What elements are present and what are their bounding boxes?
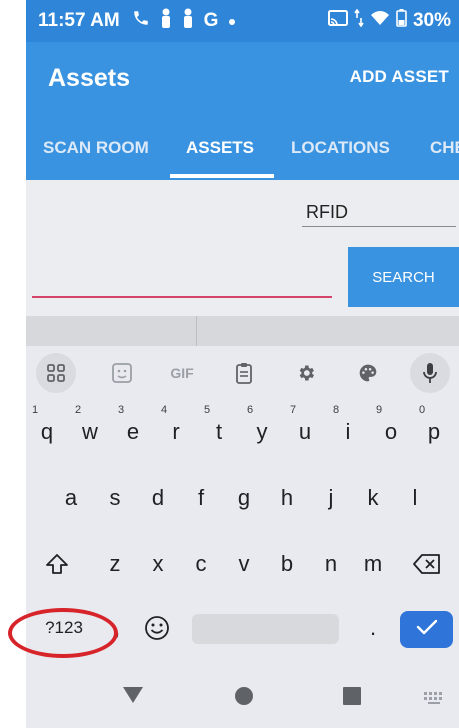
key-f[interactable]: f — [182, 472, 220, 524]
page-title: Assets — [48, 64, 130, 92]
key-h[interactable]: h — [268, 472, 306, 524]
keyboard-switch-icon[interactable] — [424, 692, 446, 704]
key-hint: 1 — [32, 404, 39, 416]
key-m[interactable]: m — [354, 538, 392, 590]
status-bar: 11:57 AM G 30% — [26, 0, 459, 42]
key-label: u — [298, 419, 312, 444]
data-arrows-icon — [354, 8, 364, 33]
key-hint: 9 — [376, 404, 383, 416]
person-icon — [182, 8, 194, 34]
key-n[interactable]: n — [312, 538, 350, 590]
clipboard-icon[interactable] — [224, 353, 264, 393]
key-g[interactable]: g — [225, 472, 263, 524]
key-b[interactable]: b — [268, 538, 306, 590]
gif-icon[interactable]: GIF — [162, 353, 202, 393]
key-hint: 6 — [247, 404, 254, 416]
key-label: q — [40, 419, 54, 444]
key-hint: 7 — [290, 404, 297, 416]
tab-bar: SCAN ROOM ASSETS LOCATIONS CHE — [26, 116, 459, 180]
backspace-icon[interactable] — [408, 538, 446, 590]
key-hint: 8 — [333, 404, 340, 416]
tab-assets[interactable]: ASSETS — [186, 138, 254, 158]
key-o[interactable]: 9o — [372, 404, 410, 458]
recents-icon[interactable] — [342, 686, 362, 706]
annotation-circle — [8, 608, 118, 658]
keyboard-toolbar: GIF — [26, 346, 459, 400]
phone-icon — [132, 9, 150, 33]
key-hint: 3 — [118, 404, 125, 416]
key-label: p — [427, 419, 441, 444]
tab-scan-room[interactable]: SCAN ROOM — [43, 138, 149, 158]
sticker-icon[interactable] — [102, 353, 142, 393]
key-hint: 2 — [75, 404, 82, 416]
key-u[interactable]: 7u — [286, 404, 324, 458]
key-i[interactable]: 8i — [329, 404, 367, 458]
key-t[interactable]: 5t — [200, 404, 238, 458]
key-a[interactable]: a — [52, 472, 90, 524]
enter-key[interactable] — [400, 611, 453, 648]
key-hint: 5 — [204, 404, 211, 416]
soft-keyboard: GIF 1q 2w 3e 4r 5t 6y 7u 8i 9o 0 p a s d… — [26, 346, 459, 728]
key-w[interactable]: 2w — [71, 404, 109, 458]
key-r[interactable]: 4r — [157, 404, 195, 458]
shift-icon[interactable] — [38, 538, 76, 590]
emoji-icon[interactable] — [138, 602, 176, 654]
dot-icon — [228, 10, 236, 32]
key-period[interactable]: . — [354, 602, 392, 654]
type-dropdown-underline — [302, 226, 456, 227]
key-c[interactable]: c — [182, 538, 220, 590]
home-icon[interactable] — [234, 686, 254, 706]
results-table-header — [26, 316, 459, 346]
key-x[interactable]: x — [139, 538, 177, 590]
key-label: t — [215, 419, 223, 444]
spacebar[interactable] — [192, 614, 339, 644]
key-hint: 0 — [419, 404, 426, 416]
key-z[interactable]: z — [96, 538, 134, 590]
microphone-icon[interactable] — [410, 353, 450, 393]
key-j[interactable]: j — [312, 472, 350, 524]
key-e[interactable]: 3e — [114, 404, 152, 458]
battery-icon — [396, 9, 407, 33]
app-bar: Assets ADD ASSET — [26, 42, 459, 116]
status-time: 11:57 AM — [38, 10, 120, 31]
key-label: i — [345, 419, 351, 444]
key-k[interactable]: k — [354, 472, 392, 524]
navigation-bar — [26, 670, 459, 728]
tab-che[interactable]: CHE — [430, 138, 459, 158]
key-label: y — [256, 419, 268, 444]
g-icon: G — [203, 10, 219, 31]
key-label: o — [384, 419, 398, 444]
key-label: e — [126, 419, 140, 444]
search-button[interactable]: SEARCH — [348, 247, 459, 307]
key-label: r — [172, 419, 180, 444]
add-asset-button[interactable]: ADD ASSET — [350, 67, 449, 87]
key-p[interactable]: 0p — [415, 404, 453, 458]
wifi-icon — [370, 10, 390, 32]
key-d[interactable]: d — [139, 472, 177, 524]
column-divider — [196, 316, 197, 346]
palette-icon[interactable] — [348, 353, 388, 393]
person-icon — [160, 8, 172, 34]
gear-icon[interactable] — [286, 353, 326, 393]
back-icon[interactable] — [122, 686, 144, 704]
key-y[interactable]: 6y — [243, 404, 281, 458]
battery-percent: 30% — [412, 10, 451, 31]
key-q[interactable]: 1q — [28, 404, 66, 458]
search-panel: RFID SEARCH — [26, 180, 459, 346]
key-label: w — [82, 419, 98, 444]
key-hint: 4 — [161, 404, 168, 416]
search-input[interactable] — [32, 296, 332, 298]
tab-locations[interactable]: LOCATIONS — [291, 138, 390, 158]
grid-icon[interactable] — [36, 353, 76, 393]
checkmark-icon — [416, 618, 438, 641]
key-v[interactable]: v — [225, 538, 263, 590]
type-dropdown[interactable]: RFID — [306, 202, 348, 223]
cast-icon — [327, 10, 348, 32]
active-tab-indicator — [170, 174, 274, 178]
key-l[interactable]: l — [396, 472, 434, 524]
key-s[interactable]: s — [96, 472, 134, 524]
